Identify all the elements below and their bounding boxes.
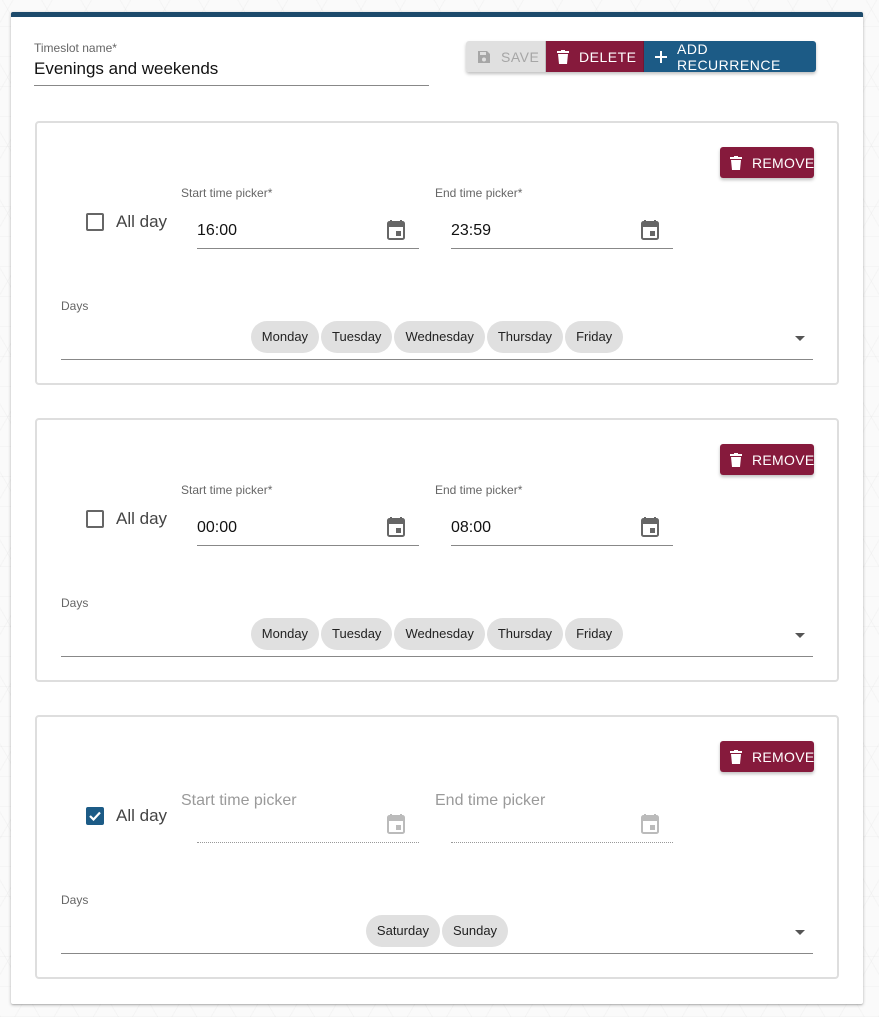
remove-recurrence-button[interactable]: REMOVE xyxy=(720,147,814,178)
days-chip-list: Monday Tuesday Wednesday Thursday Friday xyxy=(61,618,813,650)
end-time-label: End time picker* xyxy=(435,483,523,497)
end-time-input xyxy=(451,806,673,843)
day-chip[interactable]: Tuesday xyxy=(321,618,393,650)
day-chip[interactable]: Thursday xyxy=(486,618,564,650)
trash-icon xyxy=(730,452,742,467)
start-time-input[interactable]: 16:00 xyxy=(197,212,419,249)
day-chip[interactable]: Monday xyxy=(250,618,320,650)
save-button-label: SAVE xyxy=(501,48,540,65)
end-time-input[interactable]: 23:59 xyxy=(451,212,673,249)
end-time-value: 08:00 xyxy=(451,519,492,536)
add-recurrence-button[interactable]: ADD RECURRENCE xyxy=(644,41,816,72)
day-chip[interactable]: Friday xyxy=(565,618,624,650)
trash-icon xyxy=(557,49,569,64)
recurrence-card: REMOVE All day Start time picker End tim… xyxy=(35,715,839,979)
days-label: Days xyxy=(61,299,89,313)
calendar-icon xyxy=(387,814,405,839)
remove-button-label: REMOVE xyxy=(752,748,815,765)
save-button[interactable]: SAVE xyxy=(466,41,546,72)
remove-recurrence-button[interactable]: REMOVE xyxy=(720,741,814,772)
days-select[interactable]: Monday Tuesday Wednesday Thursday Friday xyxy=(61,319,813,360)
dropdown-arrow-icon[interactable] xyxy=(795,930,805,935)
end-time-field: End time picker xyxy=(435,780,673,850)
start-time-value: 00:00 xyxy=(197,519,238,536)
floppy-disk-icon xyxy=(477,50,491,64)
allday-checkbox[interactable] xyxy=(86,510,104,528)
allday-toggle[interactable]: All day xyxy=(86,509,167,529)
allday-label: All day xyxy=(116,212,168,231)
start-time-value: 16:00 xyxy=(197,222,238,239)
days-chip-list: Saturday Sunday xyxy=(61,915,813,947)
delete-button[interactable]: DELETE xyxy=(546,41,644,72)
end-time-input[interactable]: 08:00 xyxy=(451,509,673,546)
allday-checkbox[interactable] xyxy=(86,807,104,825)
start-time-label: Start time picker* xyxy=(181,483,273,497)
remove-button-label: REMOVE xyxy=(752,154,815,171)
day-chip[interactable]: Wednesday xyxy=(394,618,485,650)
start-time-field: Start time picker xyxy=(181,780,419,850)
calendar-icon[interactable] xyxy=(641,220,659,245)
allday-label: All day xyxy=(116,806,168,825)
day-chip[interactable]: Tuesday xyxy=(321,321,393,353)
timeslot-form-panel: Timeslot name* Evenings and weekends SAV… xyxy=(11,12,863,1004)
days-label: Days xyxy=(61,893,89,907)
remove-button-label: REMOVE xyxy=(752,451,815,468)
end-time-field: End time picker* 08:00 xyxy=(435,483,673,553)
day-chip[interactable]: Friday xyxy=(565,321,624,353)
checkmark-icon xyxy=(89,811,101,821)
days-chip-list: Monday Tuesday Wednesday Thursday Friday xyxy=(61,321,813,353)
end-time-label: End time picker* xyxy=(435,186,523,200)
allday-toggle[interactable]: All day xyxy=(86,212,167,232)
trash-icon xyxy=(730,749,742,764)
recurrence-card: REMOVE All day Start time picker* 00:00 … xyxy=(35,418,839,682)
timeslot-name-label: Timeslot name* xyxy=(34,41,117,55)
calendar-icon[interactable] xyxy=(387,517,405,542)
recurrence-card: REMOVE All day Start time picker* 16:00 … xyxy=(35,121,839,385)
trash-icon xyxy=(730,155,742,170)
day-chip[interactable]: Thursday xyxy=(486,321,564,353)
remove-recurrence-button[interactable]: REMOVE xyxy=(720,444,814,475)
allday-checkbox[interactable] xyxy=(86,213,104,231)
calendar-icon xyxy=(641,814,659,839)
dropdown-arrow-icon[interactable] xyxy=(795,336,805,341)
days-label: Days xyxy=(61,596,89,610)
calendar-icon[interactable] xyxy=(641,517,659,542)
day-chip[interactable]: Monday xyxy=(250,321,320,353)
dropdown-arrow-icon[interactable] xyxy=(795,633,805,638)
day-chip[interactable]: Saturday xyxy=(365,915,440,947)
days-select[interactable]: Monday Tuesday Wednesday Thursday Friday xyxy=(61,616,813,657)
end-time-value: 23:59 xyxy=(451,222,492,239)
timeslot-name-input[interactable]: Evenings and weekends xyxy=(34,59,429,86)
allday-toggle[interactable]: All day xyxy=(86,806,167,826)
timeslot-name-field[interactable]: Timeslot name* Evenings and weekends xyxy=(34,41,429,86)
start-time-field: Start time picker* 16:00 xyxy=(181,186,419,256)
end-time-placeholder: End time picker xyxy=(435,792,546,809)
start-time-field: Start time picker* 00:00 xyxy=(181,483,419,553)
delete-button-label: DELETE xyxy=(579,48,637,65)
day-chip[interactable]: Sunday xyxy=(441,915,509,947)
start-time-input[interactable]: 00:00 xyxy=(197,509,419,546)
start-time-placeholder: Start time picker xyxy=(181,792,297,809)
add-recurrence-button-label: ADD RECURRENCE xyxy=(677,41,781,72)
allday-label: All day xyxy=(116,509,168,528)
day-chip[interactable]: Wednesday xyxy=(394,321,485,353)
plus-icon xyxy=(655,50,667,63)
calendar-icon[interactable] xyxy=(387,220,405,245)
start-time-label: Start time picker* xyxy=(181,186,273,200)
end-time-field: End time picker* 23:59 xyxy=(435,186,673,256)
days-select[interactable]: Saturday Sunday xyxy=(61,913,813,954)
start-time-input xyxy=(197,806,419,843)
action-toolbar: SAVE DELETE ADD RECURRENCE xyxy=(466,41,816,72)
